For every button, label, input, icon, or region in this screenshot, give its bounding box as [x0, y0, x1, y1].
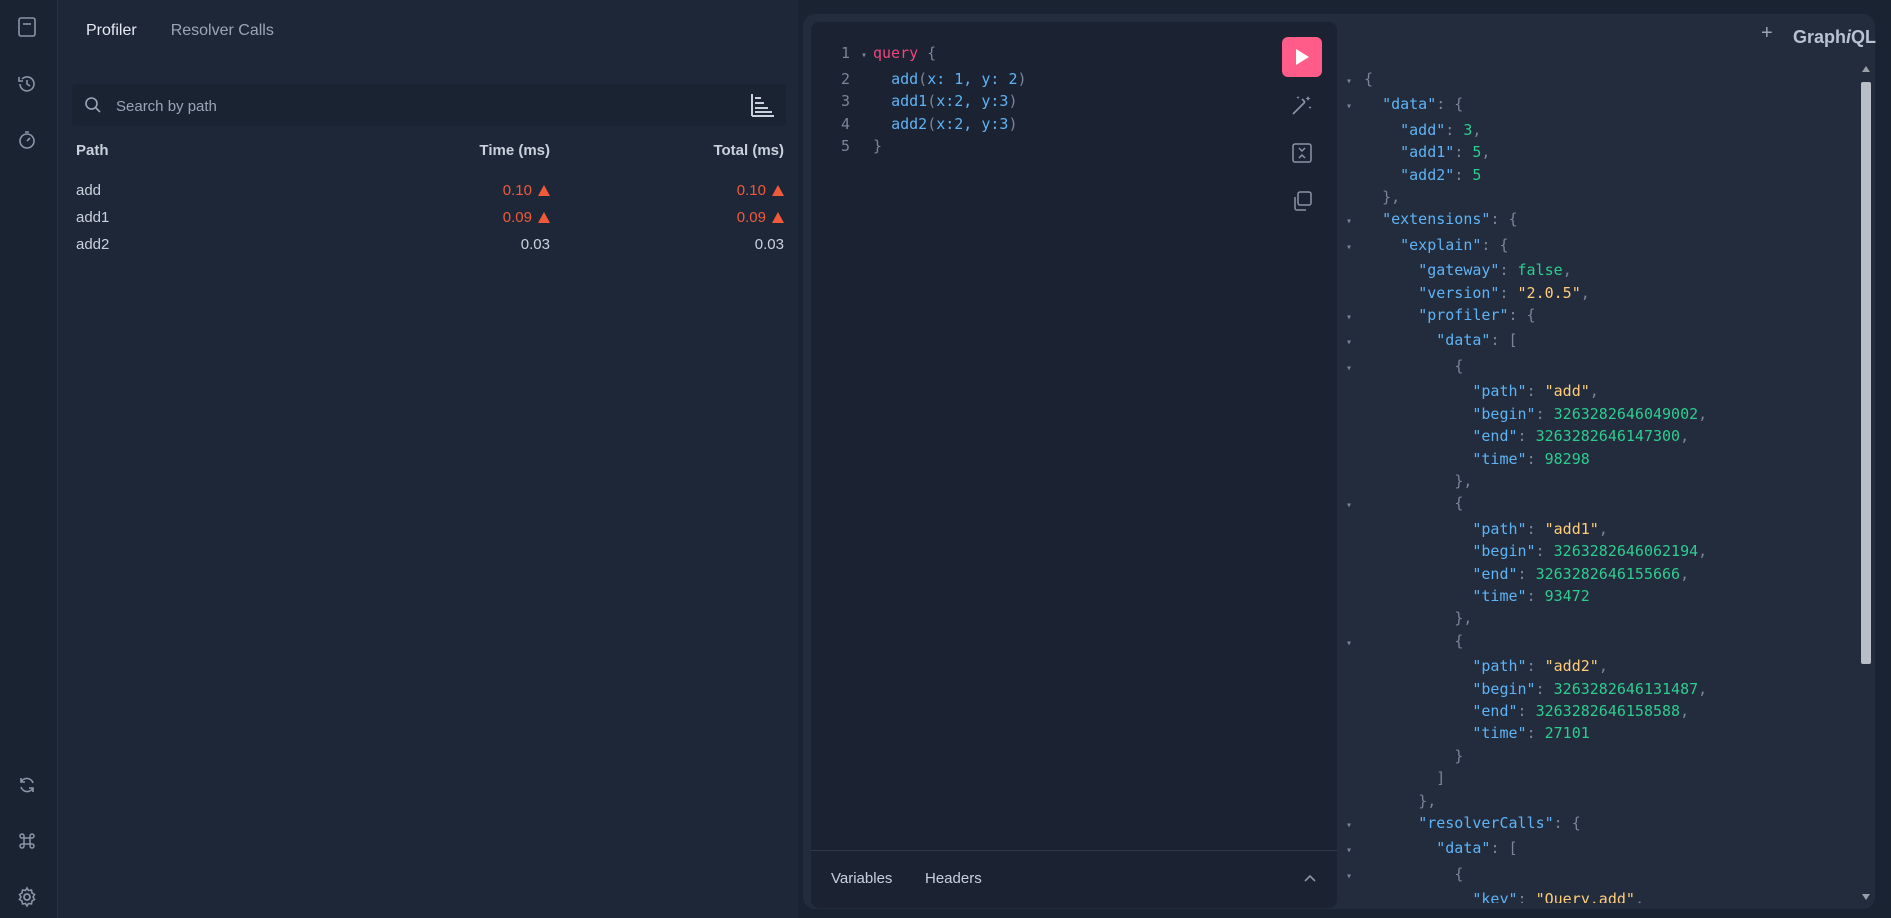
play-icon [1296, 49, 1309, 65]
column-total[interactable]: Total (ms) [713, 142, 784, 159]
table-row[interactable]: add2 0.03 0.03 [76, 236, 786, 263]
table-header: Path Time (ms) Total (ms) [76, 142, 786, 182]
warning-triangle-icon [772, 212, 784, 223]
chevron-up-icon[interactable] [1303, 873, 1317, 883]
docs-icon[interactable] [15, 15, 39, 39]
query-field: add1 [891, 92, 928, 110]
query-args: x:2, y:3 [936, 114, 1009, 133]
icon-sidebar [0, 0, 58, 918]
line-number: 1 [841, 44, 851, 62]
query-field: add [891, 69, 919, 88]
tab-resolver-calls[interactable]: Resolver Calls [171, 22, 274, 40]
warning-triangle-icon [538, 185, 550, 196]
warning-triangle-icon [772, 185, 784, 196]
response-json: ▾{ ▾ "data": { "add": 3, "add1": 5, "add… [1346, 70, 1708, 903]
tab-variables[interactable]: Variables [831, 870, 892, 887]
editor-tools-bar: Variables Headers [811, 850, 1337, 908]
profiler-panel: Profiler Resolver Calls Path Time (ms) T… [58, 0, 798, 918]
column-path[interactable]: Path [76, 142, 109, 159]
merge-fragments-icon[interactable] [1287, 138, 1317, 168]
graphiql-logo: GraphiQL [1793, 27, 1877, 47]
line-number: 5 [841, 137, 851, 155]
row-time: 0.09 [503, 209, 550, 226]
search-bar [72, 84, 786, 128]
search-icon [85, 97, 101, 113]
row-total: 0.03 [754, 236, 784, 253]
row-total: 0.10 [737, 182, 784, 199]
row-path: add1 [76, 209, 110, 226]
line-number: 2 [841, 69, 851, 88]
tab-profiler[interactable]: Profiler [86, 22, 137, 40]
response-viewer[interactable]: ▾{ ▾ "data": { "add": 3, "add1": 5, "add… [1346, 58, 1856, 903]
bar-chart-icon[interactable] [748, 91, 776, 119]
copy-icon[interactable] [1287, 186, 1317, 216]
row-total: 0.09 [737, 209, 784, 226]
column-time[interactable]: Time (ms) [479, 142, 550, 159]
row-path: add [76, 182, 102, 199]
profiler-table: Path Time (ms) Total (ms) add 0.10 0.10 … [76, 142, 786, 263]
search-input[interactable] [114, 84, 698, 128]
query-field: add2 [891, 114, 928, 133]
history-icon[interactable] [15, 72, 39, 96]
query-keyword: query [873, 44, 919, 62]
refresh-icon[interactable] [15, 773, 39, 797]
scroll-up-icon[interactable] [1862, 66, 1870, 72]
warning-triangle-icon [538, 212, 550, 223]
line-number: 4 [841, 114, 851, 133]
row-time: 0.03 [520, 236, 550, 253]
scroll-down-icon[interactable] [1862, 894, 1870, 900]
query-args: x: 1, y: 2 [927, 69, 1018, 88]
run-button[interactable] [1282, 37, 1322, 77]
response-scrollbar[interactable] [1859, 62, 1873, 904]
row-time: 0.10 [503, 182, 550, 199]
settings-icon[interactable] [15, 885, 39, 909]
table-row[interactable]: add 0.10 0.10 [76, 182, 786, 209]
line-number: 3 [841, 92, 851, 110]
query-editor[interactable]: 1 ▾ query { 2 add(x: 1, y: 2) 3 add1(x:2, … [811, 22, 1337, 907]
fold-icon[interactable]: ▾ [861, 45, 873, 68]
query-code[interactable]: 1 ▾ query { 2 add(x: 1, y: 2) 3 add1(x:2, … [841, 42, 1027, 158]
scroll-thumb[interactable] [1861, 82, 1871, 664]
profiler-icon[interactable] [15, 128, 39, 152]
shortcut-icon[interactable] [15, 829, 39, 853]
query-args: x:2, y:3 [936, 92, 1009, 110]
tab-headers[interactable]: Headers [925, 870, 982, 887]
prettify-icon[interactable] [1287, 90, 1317, 120]
row-path: add2 [76, 236, 110, 253]
add-tab-button[interactable]: + [1761, 22, 1773, 45]
table-row[interactable]: add1 0.09 0.09 [76, 209, 786, 236]
profiler-tabs: Profiler Resolver Calls [86, 22, 274, 40]
